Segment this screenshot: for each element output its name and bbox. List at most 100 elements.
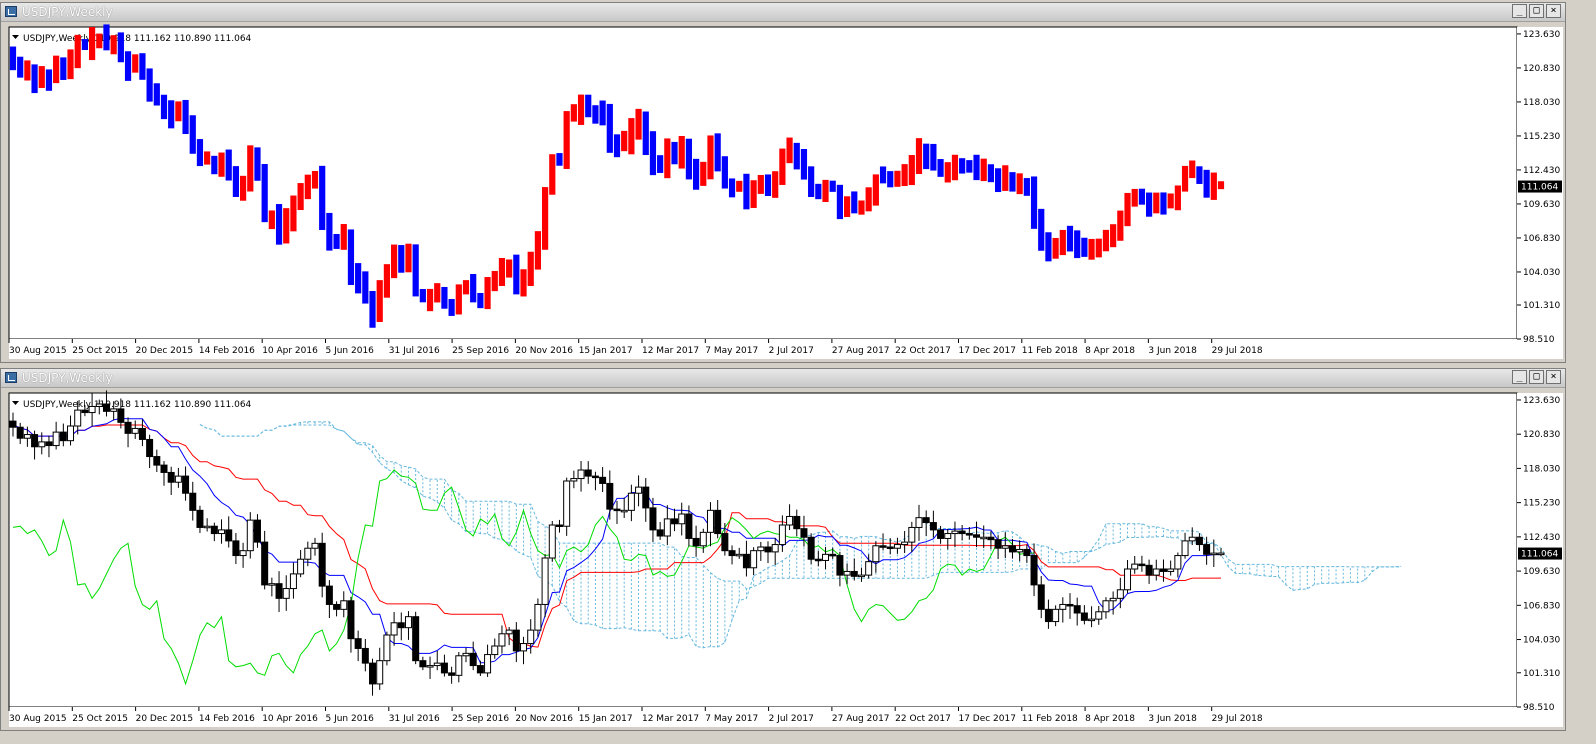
price-bar [973, 154, 980, 181]
price-bar [67, 49, 74, 80]
price-bar [1066, 225, 1074, 252]
candle-body [67, 425, 75, 442]
price-bar [441, 286, 448, 309]
time-tick-label: 25 Oct 2015 [72, 714, 128, 724]
window-titlebar[interactable]: USDJPY,Weekly _ □ × [1, 3, 1565, 22]
price-bar [319, 165, 326, 230]
candle-body [325, 585, 333, 605]
candle-body [476, 665, 484, 674]
price-bar [678, 135, 685, 169]
price-bar [311, 170, 319, 189]
candle-body [563, 480, 571, 527]
price-bar [843, 196, 851, 218]
price-tick-label: 104.030 [1523, 268, 1560, 278]
candle-body [52, 431, 60, 447]
candle-body [347, 600, 355, 640]
price-bar [858, 200, 865, 215]
time-tick-label: 7 May 2017 [705, 346, 758, 356]
price-bar [1030, 176, 1038, 229]
price-bar [527, 251, 534, 286]
price-bar [455, 284, 462, 315]
time-tick-label: 15 Jan 2017 [579, 714, 633, 724]
minimize-button[interactable]: _ [1512, 4, 1527, 18]
time-tick-label: 17 Dec 2017 [958, 346, 1016, 356]
candle-body [1073, 605, 1081, 614]
close-button[interactable]: × [1546, 370, 1561, 384]
bar-chart[interactable]: 123.630 120.830 118.030 115.230 112.430 109.6… [1, 23, 1567, 364]
candle-body [908, 526, 916, 543]
price-tick-label: 106.830 [1523, 234, 1560, 244]
candle-body [836, 555, 844, 576]
time-tick-label: 27 Aug 2017 [832, 714, 890, 724]
price-bar [793, 142, 800, 170]
candle-body [462, 652, 470, 657]
candle-body [872, 545, 880, 563]
candle-body [613, 508, 621, 512]
candle-body [146, 438, 154, 458]
price-bar [987, 164, 995, 183]
candle-body [1210, 552, 1218, 556]
candle-body [973, 534, 981, 538]
candle-body [512, 629, 520, 652]
candle-body [1008, 545, 1016, 553]
candlestick-ichimoku-chart[interactable]: 123.630 120.830 118.030 115.230 112.430 109.6… [1, 389, 1567, 732]
chart-window-ichimoku[interactable]: USDJPY,Weekly _ □ × 123.630 120.830 118.03… [0, 368, 1566, 731]
candle-body [980, 536, 988, 540]
price-bar [225, 149, 232, 181]
time-tick-label: 5 Jun 2016 [325, 714, 374, 724]
candle-body [182, 475, 190, 494]
price-bar [211, 155, 218, 175]
candle-body [1116, 589, 1124, 599]
candle-body [987, 536, 995, 541]
maximize-button[interactable]: □ [1529, 370, 1544, 384]
price-bar [908, 155, 915, 186]
price-bar [283, 208, 290, 244]
candle-body [778, 524, 786, 546]
time-tick-label: 5 Jun 2016 [325, 346, 374, 356]
price-bar [649, 131, 657, 176]
price-bar [808, 166, 815, 197]
price-bar [218, 152, 225, 177]
price-bar [937, 159, 944, 177]
minimize-button[interactable]: _ [1512, 370, 1527, 384]
price-bar [1138, 188, 1146, 205]
candle-body [38, 441, 46, 448]
candle-body [102, 403, 110, 412]
price-bar [944, 162, 951, 183]
price-bar [168, 100, 175, 129]
price-bar [879, 166, 887, 184]
price-bar [786, 137, 793, 164]
candle-body [599, 476, 607, 484]
price-bar [930, 143, 937, 171]
candle-body [958, 530, 966, 535]
candle-body [1174, 555, 1182, 570]
chart-window-bars[interactable]: USDJPY,Weekly _ □ × 123.630 120.830 118.03… [0, 2, 1566, 363]
candle-body [534, 603, 542, 631]
candle-body [1138, 563, 1146, 567]
candle-body [268, 583, 276, 586]
candle-body [965, 533, 973, 536]
price-bar [175, 101, 182, 122]
price-bar [153, 83, 160, 106]
price-bar [915, 138, 923, 174]
close-button[interactable]: × [1546, 4, 1561, 18]
price-tick-label: 115.230 [1523, 132, 1560, 142]
price-bar [872, 174, 879, 206]
candle-body [433, 662, 441, 667]
price-bar [1016, 173, 1023, 195]
candle-body [189, 492, 197, 511]
time-tick-label: 20 Dec 2015 [136, 346, 194, 356]
time-tick-label: 2 Jul 2017 [769, 346, 814, 356]
price-bar [498, 257, 506, 286]
candle-body [1159, 568, 1167, 572]
candle-body [1195, 536, 1203, 546]
candle-body [541, 557, 549, 605]
candle-body [994, 539, 1002, 549]
maximize-button[interactable]: □ [1529, 4, 1544, 18]
price-bar [53, 55, 60, 84]
candle-body [491, 645, 499, 656]
window-titlebar[interactable]: USDJPY,Weekly _ □ × [1, 369, 1565, 388]
price-bar [1196, 166, 1203, 184]
price-bar [851, 191, 858, 214]
price-bar [549, 154, 556, 195]
